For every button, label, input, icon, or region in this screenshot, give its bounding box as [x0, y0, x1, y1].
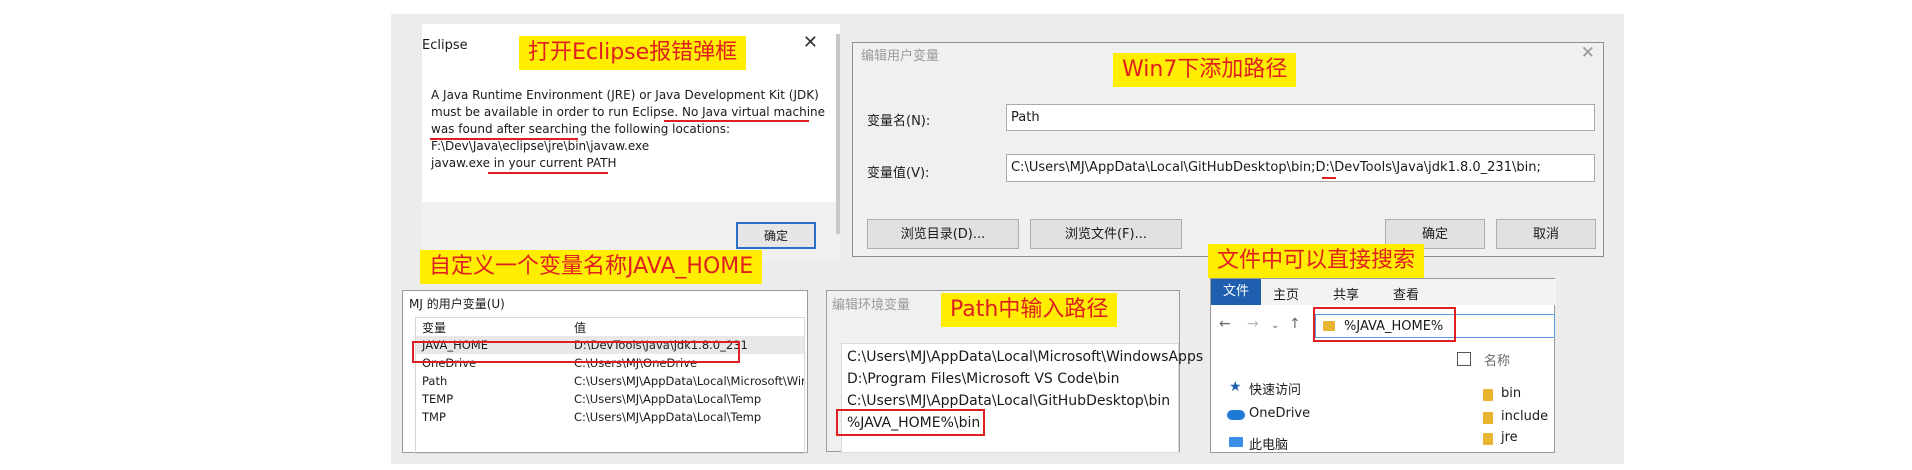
row-value: C:\Users\MJ\AppData\Local\Temp	[574, 392, 762, 406]
ribbon: 文件 主页 共享 查看	[1211, 279, 1556, 305]
caption-path-input: Path中输入路径	[941, 293, 1118, 327]
caption-eclipse-error: 打开Eclipse报错弹框	[519, 36, 747, 70]
list-item[interactable]: C:\Users\MJ\AppData\Local\GitHubDesktop\…	[847, 393, 1170, 409]
caption-win7-add-path: Win7下添加路径	[1113, 53, 1297, 87]
message-line: must be available in order to run Eclips…	[431, 105, 826, 119]
underline-mark	[1322, 177, 1336, 179]
highlight-box	[1313, 307, 1456, 342]
dialog-title: 编辑用户变量	[861, 49, 940, 64]
browse-file-button[interactable]: 浏览文件(F)...	[1030, 219, 1182, 249]
caption-custom-variable: 自定义一个变量名称JAVA_HOME	[420, 250, 763, 284]
tab-home[interactable]: 主页	[1273, 284, 1299, 303]
row-name: TMP	[422, 410, 446, 424]
message-line: A Java Runtime Environment (JRE) or Java…	[431, 88, 819, 102]
chevron-down-icon[interactable]: ⌄	[1271, 320, 1279, 331]
variable-name-label: 变量名(N):	[867, 114, 931, 129]
cancel-button[interactable]: 取消	[1496, 219, 1596, 249]
folder-icon	[1483, 433, 1493, 445]
folder-icon	[1483, 389, 1493, 401]
file-item[interactable]: bin	[1501, 386, 1521, 401]
row-value: C:\Users\MJ\AppData\Local\Microsoft\Wind…	[574, 374, 804, 388]
variable-value-input[interactable]: C:\Users\MJ\AppData\Local\GitHubDesktop\…	[1006, 154, 1595, 182]
row-name: Path	[422, 374, 448, 388]
column-header-name[interactable]: 名称	[1484, 350, 1510, 369]
panel-title: MJ 的用户变量(U)	[409, 297, 505, 311]
list-item[interactable]: C:\Users\MJ\AppData\Local\Microsoft\Wind…	[847, 349, 1203, 365]
close-icon[interactable]: ✕	[803, 32, 818, 53]
nav-quick-access[interactable]: 快速访问	[1249, 379, 1301, 398]
star-icon: ★	[1229, 379, 1242, 395]
underline-mark	[664, 120, 809, 122]
tab-file[interactable]: 文件	[1211, 279, 1262, 305]
back-arrow-icon[interactable]: ←	[1219, 316, 1231, 332]
file-item[interactable]: include	[1501, 409, 1548, 424]
panel-title: 编辑环境变量	[832, 298, 911, 313]
file-item[interactable]: jre	[1501, 430, 1518, 445]
dialog-title: Eclipse	[422, 38, 468, 53]
column-header-value[interactable]: 值	[574, 319, 586, 336]
list-item[interactable]: D:\Program Files\Microsoft VS Code\bin	[847, 371, 1119, 387]
cloud-icon	[1227, 410, 1245, 420]
nav-onedrive[interactable]: OneDrive	[1249, 406, 1310, 421]
up-arrow-icon[interactable]: ↑	[1289, 316, 1301, 332]
table-row[interactable]: TMP C:\Users\MJ\AppData\Local\Temp	[416, 408, 804, 426]
highlight-box	[836, 409, 985, 436]
nav-this-pc[interactable]: 此电脑	[1249, 434, 1288, 453]
highlight-box	[412, 341, 740, 363]
error-message: A Java Runtime Environment (JRE) or Java…	[431, 87, 826, 172]
tab-view[interactable]: 查看	[1393, 284, 1419, 303]
row-value: C:\Users\MJ\AppData\Local\Temp	[574, 410, 762, 424]
column-header-variable[interactable]: 变量	[422, 319, 446, 336]
underline-mark	[488, 172, 608, 174]
computer-icon	[1229, 437, 1243, 447]
message-line: F:\Dev\Java\eclipse\jre\bin\javaw.exe	[431, 139, 650, 153]
message-line: was found after searching the following …	[431, 122, 731, 136]
forward-arrow-icon[interactable]: →	[1247, 316, 1259, 332]
user-variables-panel: MJ 的用户变量(U) 变量 值 JAVA_HOME D:\DevTools\J…	[402, 290, 808, 454]
path-list: C:\Users\MJ\AppData\Local\Microsoft\Wind…	[841, 343, 1203, 453]
row-name: TEMP	[422, 392, 454, 406]
folder-icon	[1483, 412, 1493, 424]
underline-mark	[430, 138, 578, 140]
scrollbar	[836, 34, 840, 234]
variable-name-input[interactable]: Path	[1006, 104, 1595, 131]
browse-directory-button[interactable]: 浏览目录(D)...	[867, 219, 1019, 249]
checkbox[interactable]	[1457, 352, 1471, 366]
table-row[interactable]: TEMP C:\Users\MJ\AppData\Local\Temp	[416, 390, 804, 408]
ok-button[interactable]: 确定	[736, 222, 816, 249]
file-explorer: 文件 主页 共享 查看 ← → ⌄ ↑ %JAVA_HOME% 名称 ★ 快速访…	[1210, 278, 1556, 453]
variables-table: 变量 值 JAVA_HOME D:\DevTools\Java\jdk1.8.0…	[415, 317, 805, 454]
close-icon[interactable]: ✕	[1581, 43, 1595, 63]
tab-share[interactable]: 共享	[1333, 284, 1359, 303]
variable-value-label: 变量值(V):	[867, 166, 930, 181]
table-row[interactable]: Path C:\Users\MJ\AppData\Local\Microsoft…	[416, 372, 804, 390]
caption-search: 文件中可以直接搜索	[1208, 244, 1425, 278]
message-line: javaw.exe in your current PATH	[431, 156, 617, 170]
